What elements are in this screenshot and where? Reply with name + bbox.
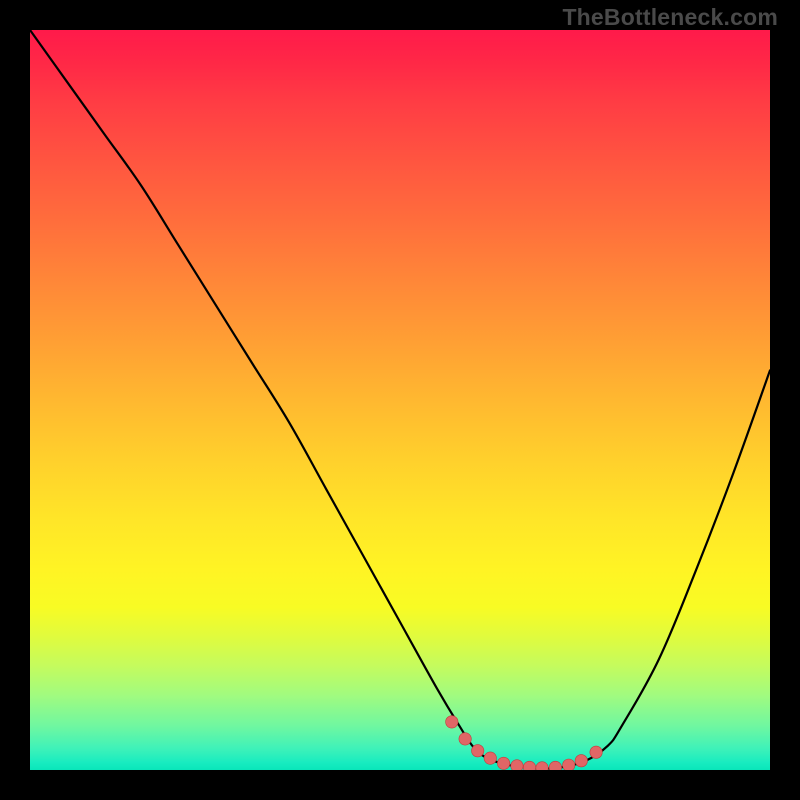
- plot-area: [30, 30, 770, 770]
- minimum-marker: [590, 746, 602, 758]
- minimum-marker: [459, 733, 471, 745]
- minimum-marker: [536, 762, 548, 770]
- minimum-marker: [446, 716, 458, 728]
- minimum-marker: [497, 757, 509, 769]
- watermark-text: TheBottleneck.com: [562, 4, 778, 31]
- curve-svg: [30, 30, 770, 770]
- chart-frame: TheBottleneck.com: [0, 0, 800, 800]
- minimum-marker: [511, 760, 523, 770]
- minimum-marker: [549, 761, 561, 770]
- minimum-marker: [575, 755, 587, 767]
- minimum-markers: [446, 716, 603, 770]
- minimum-marker: [472, 745, 484, 757]
- minimum-marker: [523, 761, 535, 770]
- bottleneck-curve: [30, 30, 770, 769]
- minimum-marker: [563, 759, 575, 770]
- minimum-marker: [484, 752, 496, 764]
